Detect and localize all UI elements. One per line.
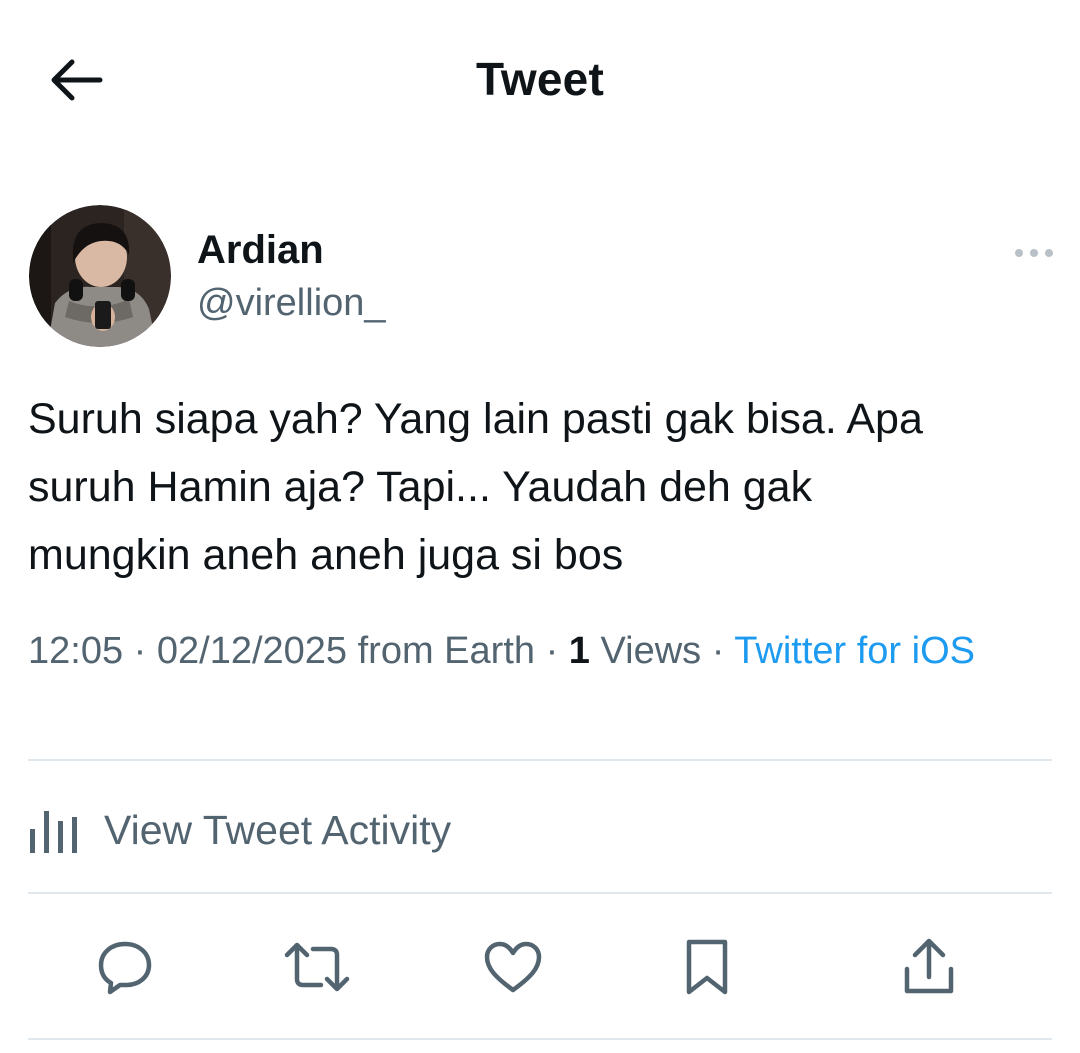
reply-icon	[96, 938, 154, 996]
meta-separator: ·	[711, 630, 725, 672]
bookmark-icon	[683, 938, 731, 996]
heart-icon	[483, 940, 543, 994]
views-label: Views	[600, 630, 702, 672]
tweet-location: from Earth	[357, 630, 536, 672]
profile-photo	[29, 205, 171, 347]
author-name[interactable]: Ardian	[197, 228, 324, 273]
activity-label: View Tweet Activity	[104, 806, 452, 853]
share-button[interactable]	[897, 935, 961, 999]
tweet-date: 02/12/2025	[156, 630, 348, 672]
bar-chart-icon	[28, 807, 82, 853]
share-icon	[901, 937, 957, 997]
retweet-button[interactable]	[283, 935, 351, 999]
tweet-text-line: Suruh siapa yah? Yang lain pasti gak bis…	[28, 395, 923, 443]
divider	[28, 759, 1052, 761]
like-button[interactable]	[481, 935, 545, 999]
meta-separator: ·	[133, 630, 147, 672]
tweet-text-line: mungkin aneh aneh juga si bos	[28, 531, 624, 579]
more-options-button[interactable]	[1008, 238, 1060, 268]
avatar[interactable]	[29, 205, 171, 347]
meta-separator: ·	[545, 630, 559, 672]
client-link[interactable]: Twitter for iOS	[734, 630, 975, 672]
tweet-text: Suruh siapa yah? Yang lain pasti gak bis…	[28, 385, 1038, 589]
views-count: 1	[568, 630, 590, 672]
top-bar: Tweet	[0, 0, 1080, 160]
bookmark-button[interactable]	[675, 935, 739, 999]
more-horizontal-icon	[1014, 248, 1054, 258]
divider	[28, 892, 1052, 894]
page-title: Tweet	[476, 53, 604, 105]
author-handle[interactable]: @virellion_	[197, 282, 386, 325]
tweet-text-line: suruh Hamin aja? Tapi... Yaudah deh gak	[28, 463, 813, 511]
retweet-icon	[283, 939, 351, 995]
view-tweet-activity-button[interactable]: View Tweet Activity	[28, 790, 728, 870]
tweet-time: 12:05	[28, 630, 124, 672]
tweet-detail-page: Tweet Ardian @virellion_ Suruh siapa yah…	[0, 0, 1080, 1053]
reply-button[interactable]	[93, 935, 157, 999]
divider	[28, 1038, 1052, 1040]
tweet-meta: 12:05 · 02/12/2025 from Earth · 1 Views …	[28, 626, 1018, 676]
